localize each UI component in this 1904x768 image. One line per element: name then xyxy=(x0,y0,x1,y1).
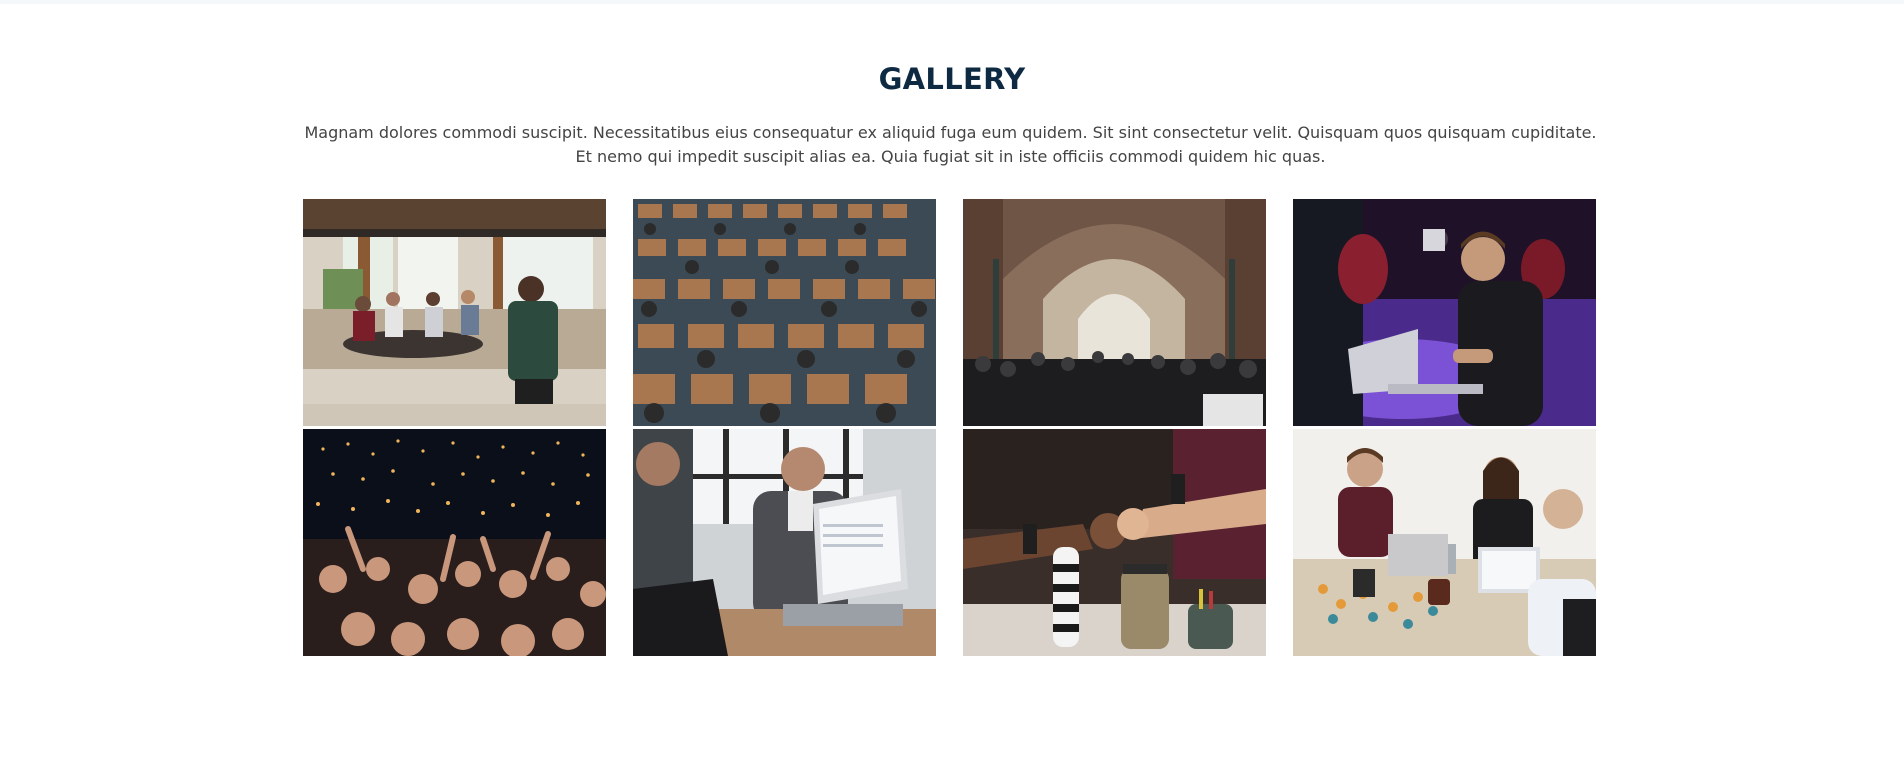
gallery-image-team-table[interactable] xyxy=(1293,429,1596,656)
gallery-section: GALLERY Magnam dolores commodi suscipit.… xyxy=(0,0,1904,768)
gallery-image-office-meeting[interactable] xyxy=(633,429,936,656)
gallery-image-concert-crowd[interactable] xyxy=(303,429,606,656)
section-description: Magnam dolores commodi suscipit. Necessi… xyxy=(304,123,1597,166)
gallery-image-restaurant-talk[interactable] xyxy=(303,199,606,426)
gallery-image-laptop-purple[interactable] xyxy=(1293,199,1596,426)
gallery-grid xyxy=(303,199,1597,656)
office-meeting-image xyxy=(633,429,936,656)
fist-bump-image xyxy=(963,429,1266,656)
concert-crowd-image xyxy=(303,429,606,656)
gallery-image-fist-bump[interactable] xyxy=(963,429,1266,656)
laptop-purple-image xyxy=(1293,199,1596,426)
auditorium-image xyxy=(633,199,936,426)
exhibition-hall-image xyxy=(963,199,1266,426)
gallery-image-exhibition-hall[interactable] xyxy=(963,199,1266,426)
section-title: GALLERY xyxy=(878,62,1026,96)
gallery-image-auditorium[interactable] xyxy=(633,199,936,426)
restaurant-talk-image xyxy=(303,199,606,426)
team-table-image xyxy=(1293,429,1596,656)
